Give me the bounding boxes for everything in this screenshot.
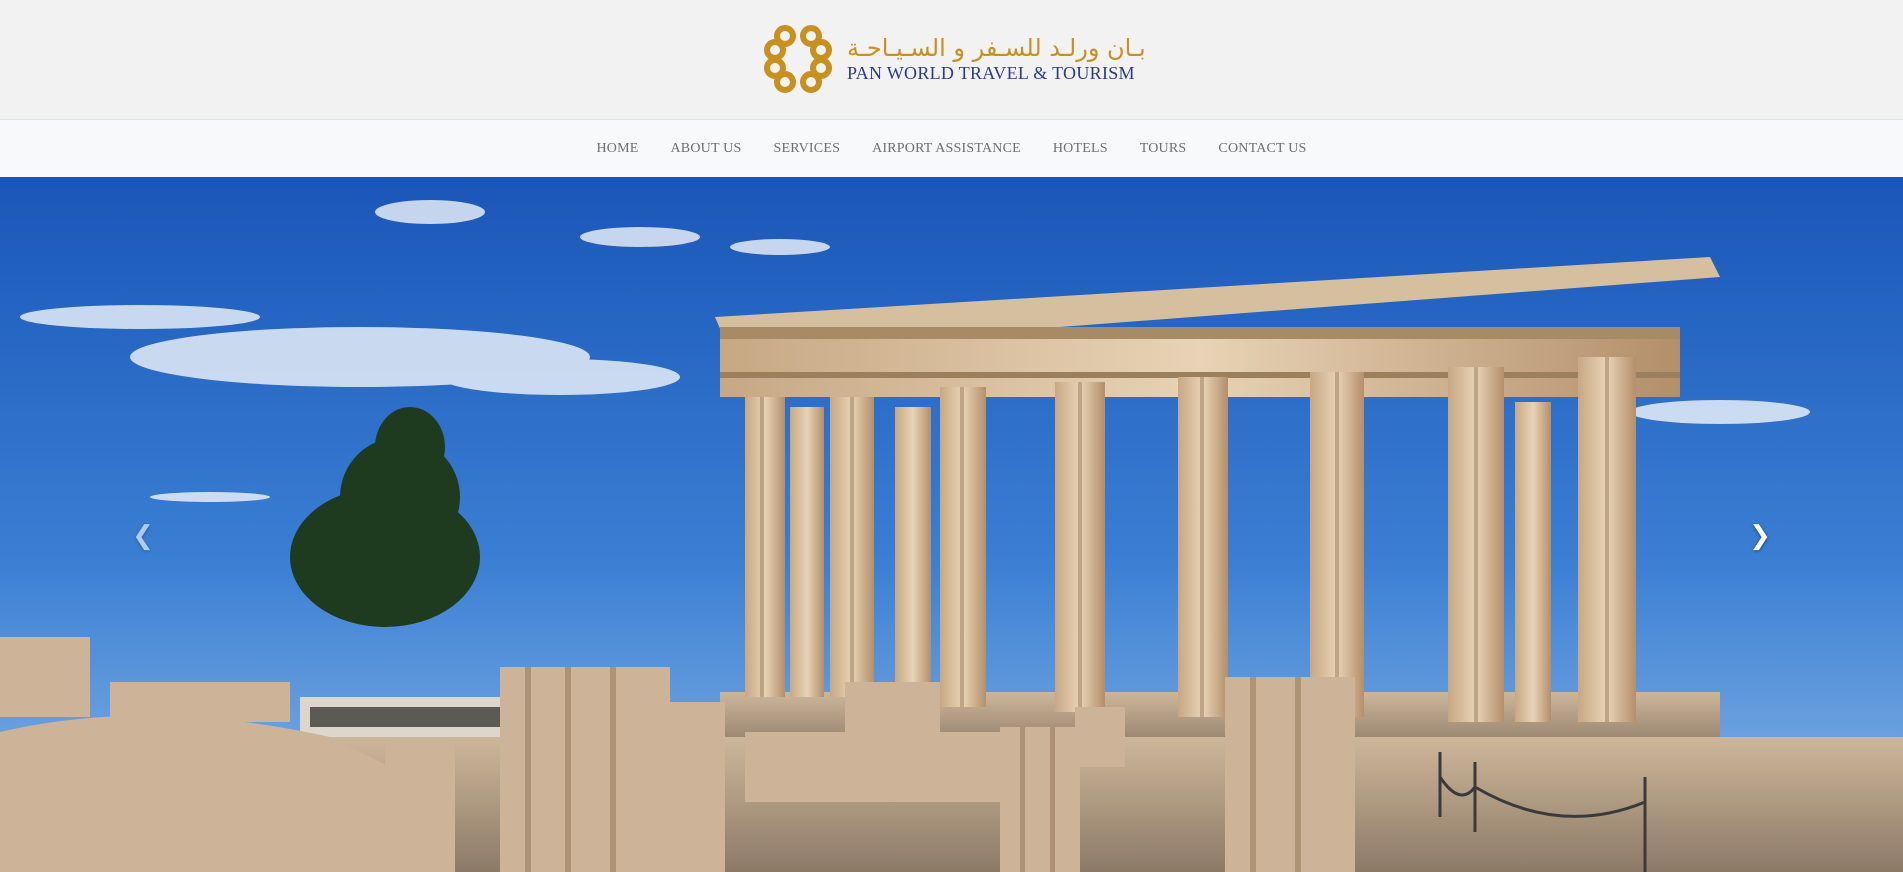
site-header: بـان ورلـد للسـفر و السـيـاحـة PAN WORLD…: [0, 0, 1903, 120]
nav-about-us[interactable]: ABOUT US: [670, 141, 741, 157]
nav-hotels[interactable]: HOTELS: [1053, 141, 1108, 157]
nav-contact-us[interactable]: CONTACT US: [1218, 141, 1306, 157]
nav-tours[interactable]: TOURS: [1140, 141, 1187, 157]
carousel-next-button[interactable]: ❯: [1740, 516, 1780, 556]
hero-slide-image: [0, 177, 1903, 872]
chevron-left-icon: ❮: [132, 521, 154, 551]
logo-english-name: PAN WORLD TRAVEL & TOURISM: [847, 63, 1135, 83]
chevron-right-icon: ❯: [1749, 521, 1771, 551]
logo-emblem-icon: [763, 24, 833, 94]
nav-airport-assistance[interactable]: AIRPORT ASSISTANCE: [872, 141, 1021, 157]
logo-arabic-name: بـان ورلـد للسـفر و السـيـاحـة: [847, 34, 1146, 62]
nav-services[interactable]: SERVICES: [773, 141, 840, 157]
nav-home[interactable]: HOME: [596, 141, 638, 157]
hero-carousel: ❮ ❯: [0, 177, 1903, 872]
carousel-prev-button[interactable]: ❮: [123, 516, 163, 556]
logo-text: بـان ورلـد للسـفر و السـيـاحـة PAN WORLD…: [847, 36, 1146, 82]
site-logo[interactable]: بـان ورلـد للسـفر و السـيـاحـة PAN WORLD…: [763, 24, 1146, 94]
main-navigation: HOME ABOUT US SERVICES AIRPORT ASSISTANC…: [0, 120, 1903, 178]
